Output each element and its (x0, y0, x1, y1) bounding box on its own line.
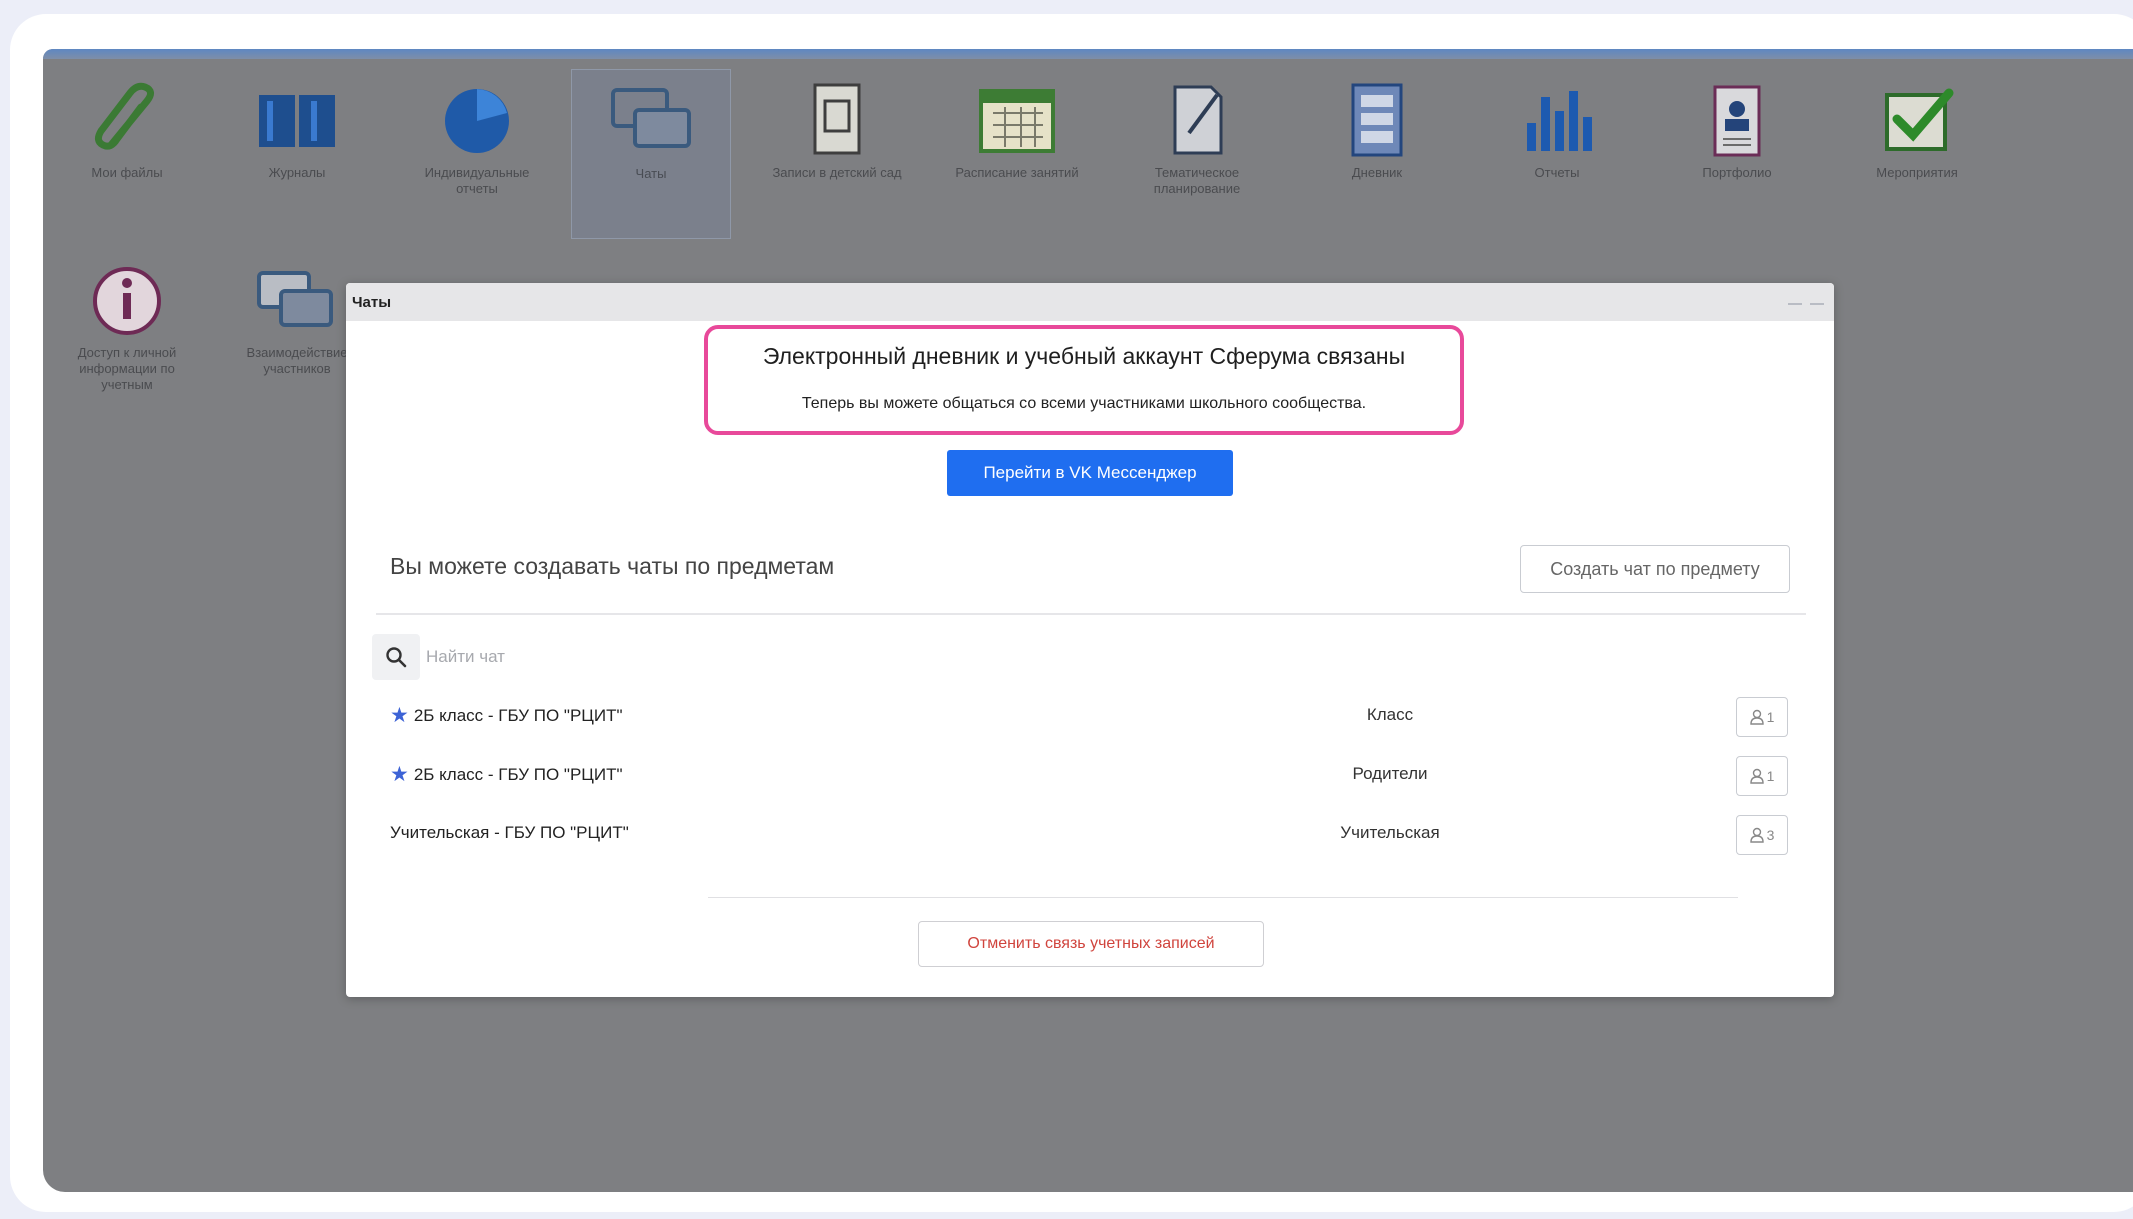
chat-bubbles-icon (611, 88, 691, 148)
chat-name: ★ 2Б класс - ГБУ ПО "РЦИТ" (390, 763, 623, 786)
chat-members-button[interactable]: 3 (1736, 815, 1788, 855)
desktop-icon-my-files[interactable]: Мои файлы (47, 69, 207, 239)
chat-members-button[interactable]: 1 (1736, 697, 1788, 737)
checkbox-icon (1885, 88, 1954, 151)
bar-chart-icon (1527, 91, 1592, 151)
create-subject-chat-button[interactable]: Создать чат по предмету (1520, 545, 1790, 593)
modal-header: Чаты (346, 283, 1834, 321)
modal-title: Чаты (352, 293, 392, 311)
desktop-icon-reports-individual[interactable]: Индивидуальные отчеты (397, 69, 557, 239)
desktop-icon-planning[interactable]: Тематическое планирование (1117, 69, 1277, 239)
pie-chart-icon (445, 89, 509, 153)
desktop-icon-personal-info[interactable]: Доступ к личной информации по учетным (47, 249, 207, 419)
desktop-icon-reports[interactable]: Отчеты (1477, 69, 1637, 239)
calendar-icon (979, 89, 1055, 153)
window-controls (1788, 295, 1824, 305)
diary-icon (1351, 83, 1403, 157)
divider (376, 613, 1806, 615)
minimize-icon[interactable] (1788, 295, 1802, 305)
chat-type: Класс (1366, 705, 1414, 724)
subject-chats-info: Вы можете создавать чаты по предметам (390, 553, 835, 579)
user-icon (1749, 827, 1764, 843)
chat-bubbles-icon (257, 271, 333, 327)
search-chat-input[interactable] (426, 637, 826, 677)
chats-modal: Чаты Электронный дневник и учебный аккау… (346, 283, 1834, 997)
desktop-icon-events[interactable]: Мероприятия (1837, 69, 1997, 239)
note-edit-icon (1173, 85, 1223, 155)
desktop-icon-schedule[interactable]: Расписание занятий (937, 69, 1097, 239)
chat-name: Учительская - ГБУ ПО "РЦИТ" (390, 823, 629, 842)
user-icon (1749, 709, 1764, 725)
book-icon (259, 95, 335, 147)
desktop-icon-portfolio[interactable]: Портфолио (1657, 69, 1817, 239)
linked-status-title: Электронный дневник и учебный аккаунт Сф… (762, 343, 1406, 369)
star-icon[interactable]: ★ (390, 764, 409, 785)
chat-members-button[interactable]: 1 (1736, 756, 1788, 796)
user-icon (1749, 768, 1764, 784)
profile-card-icon (1713, 85, 1761, 157)
star-icon[interactable]: ★ (390, 705, 409, 726)
paperclip-icon (94, 82, 154, 150)
search-icon (386, 647, 407, 668)
desktop-icon-diary[interactable]: Дневник (1297, 69, 1457, 239)
chat-name: ★ 2Б класс - ГБУ ПО "РЦИТ" (390, 704, 623, 727)
chat-row[interactable]: ★ 2Б класс - ГБУ ПО "РЦИТ" Класс 1 (390, 691, 1790, 741)
search-button[interactable] (372, 634, 420, 680)
desktop-icon-journals[interactable]: Журналы (217, 69, 377, 239)
linked-status-subtitle: Теперь вы можете общаться со всеми участ… (801, 395, 1367, 412)
close-icon[interactable] (1810, 295, 1824, 305)
chat-type: Родители (1352, 764, 1428, 783)
chat-row[interactable]: Учительская - ГБУ ПО "РЦИТ" Учительская … (390, 809, 1790, 859)
open-vk-messenger-button[interactable]: Перейти в VK Мессенджер (947, 450, 1233, 496)
desktop-icon-chats[interactable]: Чаты (571, 69, 731, 239)
desktop-icon-kindergarten[interactable]: Записи в детский сад (757, 69, 917, 239)
unlink-accounts-button[interactable]: Отменить связь учетных записей (918, 921, 1264, 967)
chat-row[interactable]: ★ 2Б класс - ГБУ ПО "РЦИТ" Родители 1 (390, 750, 1790, 800)
document-icon (813, 83, 861, 155)
info-icon (93, 267, 161, 335)
highlight-frame (704, 325, 1464, 435)
screen-top-bar (43, 49, 2133, 59)
chat-type: Учительская (1340, 823, 1440, 842)
divider (708, 897, 1738, 898)
